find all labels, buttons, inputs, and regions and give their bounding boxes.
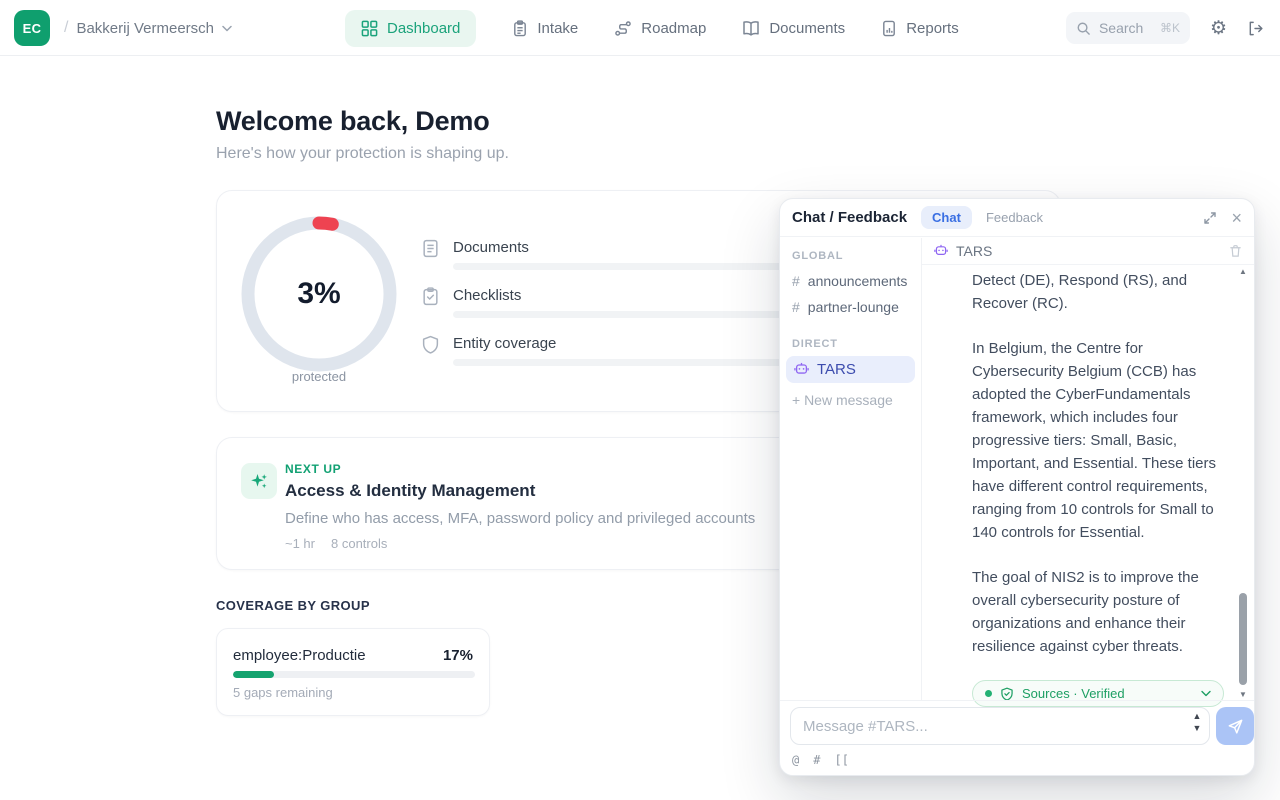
robot-icon bbox=[934, 244, 948, 258]
channel-hint[interactable]: # bbox=[813, 753, 820, 767]
document-icon bbox=[421, 239, 440, 263]
nav-documents-label: Documents bbox=[769, 20, 845, 37]
search-shortcut: ⌘K bbox=[1160, 21, 1180, 35]
hash-icon: # bbox=[792, 273, 800, 289]
settings-gear-icon[interactable]: ⚙ bbox=[1210, 19, 1227, 38]
book-icon bbox=[742, 20, 760, 37]
link-hint[interactable]: [[ bbox=[834, 753, 848, 767]
coverage-group-name: employee:Productie bbox=[233, 647, 366, 664]
channel-label: announcements bbox=[808, 273, 908, 289]
chevron-down-icon bbox=[222, 25, 232, 32]
tab-feedback[interactable]: Feedback bbox=[986, 210, 1043, 225]
send-button[interactable] bbox=[1216, 707, 1254, 745]
breadcrumb[interactable]: / Bakkerij Vermeersch bbox=[64, 0, 232, 56]
nav-documents[interactable]: Documents bbox=[742, 20, 845, 37]
message-thread: Detect (DE), Respond (RS), and Recover (… bbox=[972, 269, 1216, 707]
protection-percent: 3% bbox=[239, 214, 399, 374]
dashboard-grid-icon bbox=[361, 20, 378, 37]
composer-divider bbox=[780, 700, 1254, 701]
channel-label: partner-lounge bbox=[808, 299, 899, 315]
channel-announcements[interactable]: # announcements bbox=[780, 268, 921, 294]
shield-check-icon bbox=[1000, 687, 1014, 701]
sources-badge-label: Sources · Verified bbox=[1022, 686, 1125, 701]
dm-tars[interactable]: TARS bbox=[786, 356, 915, 383]
topbar: EC / Bakkerij Vermeersch Dashboard Intak… bbox=[0, 0, 1280, 56]
hash-icon: # bbox=[792, 299, 800, 315]
coverage-group-note: 5 gaps remaining bbox=[233, 685, 333, 700]
nav-reports-label: Reports bbox=[906, 20, 959, 37]
mention-hint[interactable]: @ bbox=[792, 753, 799, 767]
coverage-group-percent: 17% bbox=[443, 647, 473, 664]
chat-scrollbar-thumb[interactable] bbox=[1239, 593, 1247, 685]
coverage-group-card[interactable]: employee:Productie 17% 5 gaps remaining bbox=[216, 628, 490, 716]
coverage-progress bbox=[233, 671, 475, 678]
app-logo[interactable]: EC bbox=[14, 10, 50, 46]
channel-partner-lounge[interactable]: # partner-lounge bbox=[780, 294, 921, 320]
input-stepper[interactable]: ▲ ▼ bbox=[1188, 712, 1206, 733]
clipboard-check-icon bbox=[421, 287, 440, 311]
scroll-down-arrow[interactable]: ▼ bbox=[1236, 690, 1250, 699]
close-icon[interactable]: × bbox=[1231, 209, 1242, 227]
chat-panel-header: Chat / Feedback Chat Feedback × bbox=[780, 199, 1254, 237]
nav-reports[interactable]: Reports bbox=[881, 20, 959, 37]
nav-dashboard-label: Dashboard bbox=[387, 20, 460, 37]
next-up-description: Define who has access, MFA, password pol… bbox=[285, 510, 755, 527]
chevron-down-icon bbox=[1201, 690, 1211, 697]
page-subtitle: Here's how your protection is shaping up… bbox=[216, 145, 509, 163]
tab-chat[interactable]: Chat bbox=[921, 206, 972, 229]
app-screen: EC / Bakkerij Vermeersch Dashboard Intak… bbox=[0, 0, 1280, 800]
message-paragraph: The goal of NIS2 is to improve the overa… bbox=[972, 566, 1216, 658]
file-chart-icon bbox=[881, 20, 897, 37]
sources-verified-badge[interactable]: Sources · Verified bbox=[972, 680, 1224, 707]
breadcrumb-separator: / bbox=[64, 19, 68, 37]
topbar-actions: Search ⌘K ⚙ bbox=[1066, 0, 1264, 56]
search-label: Search bbox=[1099, 20, 1143, 36]
coverage-heading: COVERAGE BY GROUP bbox=[216, 598, 370, 613]
search-icon bbox=[1076, 21, 1091, 36]
shield-icon bbox=[421, 335, 440, 359]
global-heading: GLOBAL bbox=[792, 250, 921, 262]
nav-intake-label: Intake bbox=[537, 20, 578, 37]
conversation-name: TARS bbox=[956, 243, 992, 259]
next-up-title: Access & Identity Management bbox=[285, 481, 535, 501]
message-paragraph: In Belgium, the Centre for Cybersecurity… bbox=[972, 337, 1216, 544]
protection-caption: protected bbox=[239, 369, 399, 384]
direct-heading: DIRECT bbox=[792, 338, 921, 350]
expand-icon[interactable] bbox=[1203, 211, 1217, 225]
sparkles-icon bbox=[241, 463, 277, 499]
logout-icon[interactable] bbox=[1247, 20, 1264, 37]
route-icon bbox=[614, 20, 632, 37]
nav-roadmap-label: Roadmap bbox=[641, 20, 706, 37]
dm-label: TARS bbox=[817, 361, 856, 378]
conversation-header: TARS bbox=[922, 238, 1254, 265]
next-up-meta: ~1 hr 8 controls bbox=[285, 536, 387, 551]
stepper-up-arrow[interactable]: ▲ bbox=[1193, 712, 1202, 721]
robot-icon bbox=[794, 362, 809, 377]
status-dot bbox=[985, 690, 992, 697]
nav-intake[interactable]: Intake bbox=[512, 20, 578, 37]
chat-panel-title: Chat / Feedback bbox=[792, 209, 907, 226]
nav-roadmap[interactable]: Roadmap bbox=[614, 20, 706, 37]
chat-sidebar: GLOBAL # announcements # partner-lounge … bbox=[780, 238, 922, 700]
stepper-down-arrow[interactable]: ▼ bbox=[1193, 724, 1202, 733]
clipboard-icon bbox=[512, 20, 528, 37]
search-input[interactable]: Search ⌘K bbox=[1066, 12, 1190, 44]
new-message-button[interactable]: + New message bbox=[780, 385, 921, 415]
chat-panel: Chat / Feedback Chat Feedback × GLOBAL #… bbox=[779, 198, 1255, 776]
main-nav: Dashboard Intake Roadmap Documents bbox=[345, 8, 959, 48]
next-up-controls: 8 controls bbox=[331, 536, 387, 551]
chat-scrollbar[interactable]: ▲ ▼ bbox=[1236, 267, 1250, 699]
org-name: Bakkerij Vermeersch bbox=[76, 20, 214, 37]
page-title: Welcome back, Demo bbox=[216, 106, 490, 137]
message-paragraph: Detect (DE), Respond (RS), and Recover (… bbox=[972, 269, 1216, 315]
next-up-eyebrow: NEXT UP bbox=[285, 462, 341, 476]
trash-icon[interactable] bbox=[1229, 244, 1242, 258]
message-input[interactable] bbox=[790, 707, 1210, 745]
nav-dashboard[interactable]: Dashboard bbox=[345, 10, 476, 47]
protection-donut: 3% bbox=[239, 214, 399, 374]
composer-hints: @ # [[ bbox=[792, 753, 849, 767]
scroll-up-arrow[interactable]: ▲ bbox=[1236, 267, 1250, 276]
next-up-duration: ~1 hr bbox=[285, 536, 315, 551]
